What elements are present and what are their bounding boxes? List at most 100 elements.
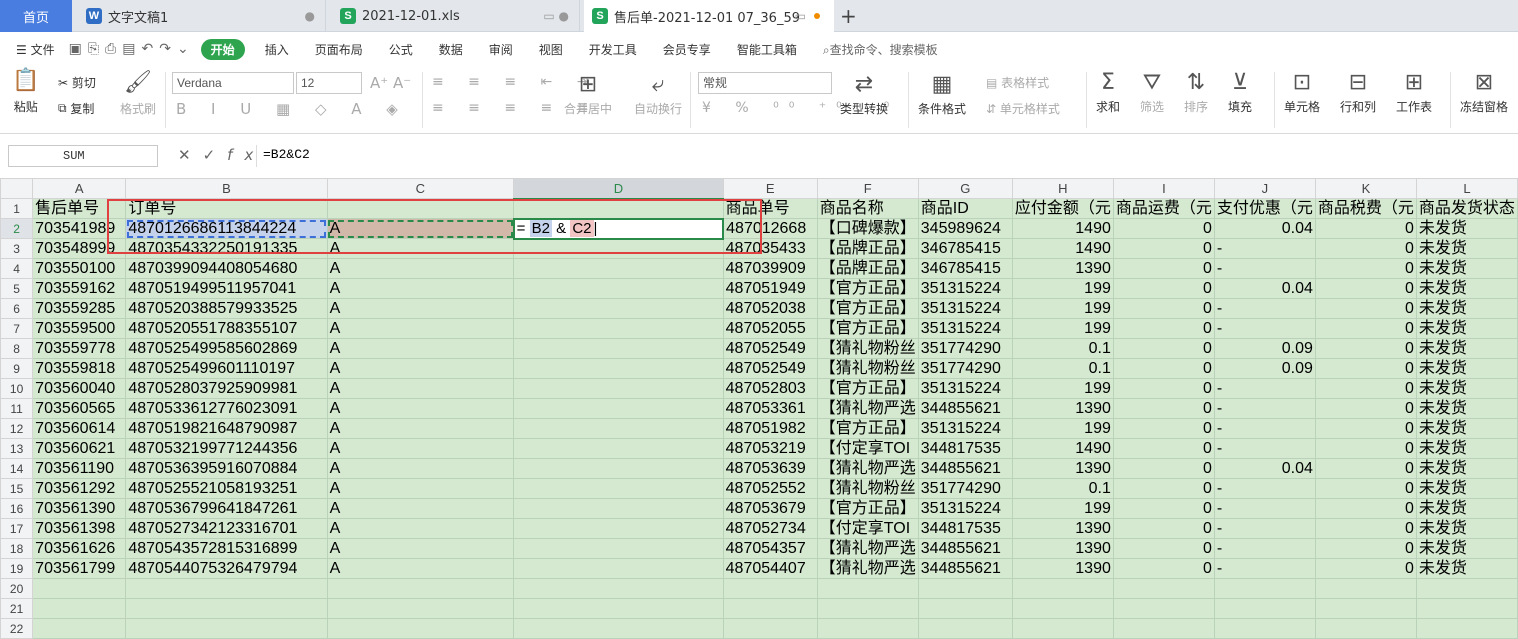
column-header-c[interactable]: C	[326, 178, 515, 199]
column-header-b[interactable]: B	[125, 178, 328, 199]
cell-c15[interactable]: A	[326, 478, 515, 499]
undo-icon[interactable]: ↶	[141, 41, 153, 57]
cell-a2[interactable]: 703541989	[32, 218, 127, 239]
cell-d15[interactable]	[513, 478, 724, 499]
cell-e5[interactable]: 487051949	[722, 278, 818, 299]
menu-view[interactable]: 视图	[539, 41, 563, 58]
cell-d5[interactable]	[513, 278, 724, 299]
font-select[interactable]: Verdana	[172, 72, 294, 94]
cell-a16[interactable]: 703561390	[32, 498, 127, 519]
column-header-d[interactable]: D	[513, 178, 724, 200]
cell-b13[interactable]: 4870532199771244356	[125, 438, 328, 459]
cell-b21[interactable]	[125, 598, 328, 619]
cell-j22[interactable]	[1213, 618, 1316, 639]
cell-k3[interactable]: 0	[1314, 238, 1417, 259]
cell-k9[interactable]: 0	[1314, 358, 1417, 379]
cell-h12[interactable]: 199	[1011, 418, 1114, 439]
cell-h11[interactable]: 1390	[1011, 398, 1114, 419]
column-header-f[interactable]: F	[816, 178, 919, 199]
cell-l22[interactable]	[1415, 618, 1518, 639]
row-header[interactable]: 17	[0, 518, 34, 539]
cell-l2[interactable]: 未发货	[1415, 218, 1518, 239]
cell-a8[interactable]: 703559778	[32, 338, 127, 359]
cell-b4[interactable]: 4870399094408054680	[125, 258, 328, 279]
cell-a3[interactable]: 703548999	[32, 238, 127, 259]
cell-f19[interactable]: 【猜礼物严选	[816, 558, 919, 579]
cell-a22[interactable]	[32, 618, 127, 639]
cell-i9[interactable]: 0	[1112, 358, 1215, 379]
cell-g16[interactable]: 351315224	[917, 498, 1013, 519]
cell-d1[interactable]	[513, 198, 724, 219]
print-icon[interactable]: ⎙	[105, 41, 116, 57]
cell-h4[interactable]: 1390	[1011, 258, 1114, 279]
cell-f21[interactable]	[816, 598, 919, 619]
preview-icon[interactable]: ▤	[122, 41, 135, 57]
cell-a7[interactable]: 703559500	[32, 318, 127, 339]
cell-h6[interactable]: 199	[1011, 298, 1114, 319]
cell-a6[interactable]: 703559285	[32, 298, 127, 319]
cell-a11[interactable]: 703560565	[32, 398, 127, 419]
cell-i8[interactable]: 0	[1112, 338, 1215, 359]
row-header[interactable]: 9	[0, 358, 34, 379]
menu-review[interactable]: 审阅	[489, 41, 513, 58]
row-header[interactable]: 16	[0, 498, 34, 519]
menu-smart-tools[interactable]: 智能工具箱	[737, 41, 797, 58]
cond-format-button[interactable]: ▦ 条件格式	[918, 74, 966, 117]
row-header[interactable]: 2	[0, 218, 34, 239]
cell-j8[interactable]: 0.09	[1213, 338, 1316, 359]
cell-c5[interactable]: A	[326, 278, 515, 299]
row-header[interactable]: 18	[0, 538, 34, 559]
cell-l16[interactable]: 未发货	[1415, 498, 1518, 519]
table-style-button[interactable]: ▤ 表格样式	[986, 74, 1049, 91]
spreadsheet-grid[interactable]: ABCDEFGHIJKL 1 售后单号 订单号 商品单号 商品名称 商品ID 应付金额（元商…	[0, 178, 1518, 639]
cell-l15[interactable]: 未发货	[1415, 478, 1518, 499]
cell-l8[interactable]: 未发货	[1415, 338, 1518, 359]
cell-g11[interactable]: 344855621	[917, 398, 1013, 419]
cell-g3[interactable]: 346785415	[917, 238, 1013, 259]
cell-j21[interactable]	[1213, 598, 1316, 619]
cell-style-button[interactable]: ⇵ 单元格样式	[986, 100, 1060, 117]
type-convert-button[interactable]: ⇄ 类型转换	[840, 74, 888, 117]
cell-f12[interactable]: 【官方正品】	[816, 418, 919, 439]
column-header-e[interactable]: E	[722, 178, 818, 199]
cell-e6[interactable]: 487052038	[722, 298, 818, 319]
cell-h19[interactable]: 1390	[1011, 558, 1114, 579]
cell-f15[interactable]: 【猜礼物粉丝	[816, 478, 919, 499]
cell-h13[interactable]: 1490	[1011, 438, 1114, 459]
cell-e2[interactable]: 487012668	[722, 218, 818, 239]
freeze-panes-button[interactable]: ⊠ 冻结窗格	[1460, 72, 1508, 115]
row-header[interactable]: 5	[0, 278, 34, 299]
cell-i1[interactable]: 商品运费（元	[1112, 198, 1215, 219]
cell-h9[interactable]: 0.1	[1011, 358, 1114, 379]
cell-l1[interactable]: 商品发货状态	[1415, 198, 1518, 219]
cell-h22[interactable]	[1011, 618, 1114, 639]
cell-a4[interactable]: 703550100	[32, 258, 127, 279]
cell-b14[interactable]: 4870536395916070884	[125, 458, 328, 479]
cell-h16[interactable]: 199	[1011, 498, 1114, 519]
menu-insert[interactable]: 插入	[265, 41, 289, 58]
cell-k7[interactable]: 0	[1314, 318, 1417, 339]
cell-e14[interactable]: 487053639	[722, 458, 818, 479]
tab-home[interactable]: 首页	[0, 0, 72, 32]
cell-j7[interactable]: -	[1213, 318, 1316, 339]
cell-a9[interactable]: 703559818	[32, 358, 127, 379]
tab-xls[interactable]: S 2021-12-01.xls ▭ ●	[330, 0, 580, 32]
export-icon[interactable]: ⎘	[88, 41, 99, 57]
cell-d2[interactable]: = B2 & C2 |	[512, 217, 725, 240]
cell-k11[interactable]: 0	[1314, 398, 1417, 419]
cell-b11[interactable]: 4870533612776023091	[125, 398, 328, 419]
cell-f10[interactable]: 【官方正品】	[816, 378, 919, 399]
cell-k13[interactable]: 0	[1314, 438, 1417, 459]
cell-e22[interactable]	[722, 618, 818, 639]
cell-g12[interactable]: 351315224	[917, 418, 1013, 439]
cell-a18[interactable]: 703561626	[32, 538, 127, 559]
cell-k22[interactable]	[1314, 618, 1417, 639]
cell-e21[interactable]	[722, 598, 818, 619]
cell-b17[interactable]: 4870527342123316701	[125, 518, 328, 539]
cell-a5[interactable]: 703559162	[32, 278, 127, 299]
cell-i6[interactable]: 0	[1112, 298, 1215, 319]
menu-file[interactable]: ☰ 文件	[16, 41, 55, 58]
cell-a14[interactable]: 703561190	[32, 458, 127, 479]
cell-a13[interactable]: 703560621	[32, 438, 127, 459]
row-header[interactable]: 19	[0, 558, 34, 579]
